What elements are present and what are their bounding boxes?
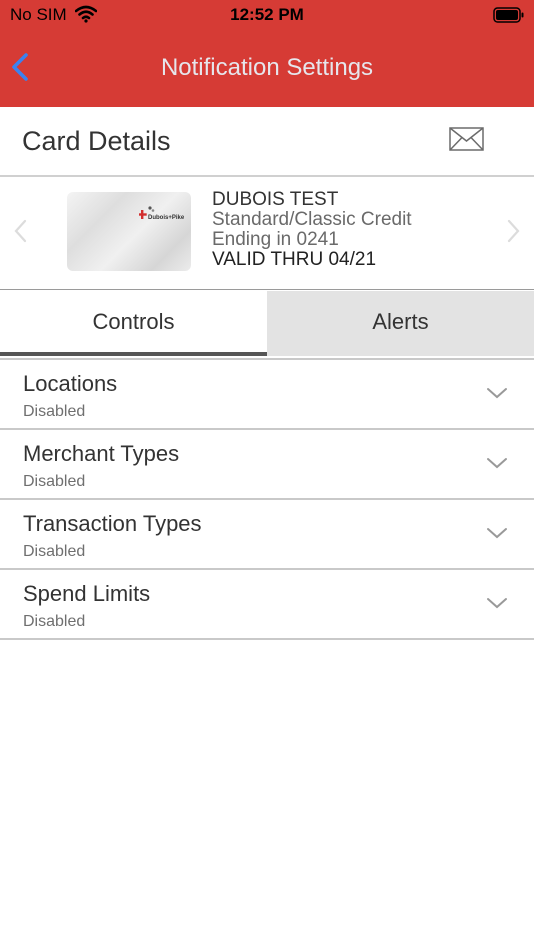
card-logo: Dubois+Pike (139, 206, 185, 221)
item-title: Merchant Types (23, 441, 180, 466)
card-valid-thru: VALID THRU 04/21 (212, 249, 377, 270)
chevron-right-icon[interactable] (502, 215, 524, 247)
item-title: Transaction Types (23, 511, 202, 536)
chevron-down-icon (487, 458, 507, 469)
controls-list: Locations Disabled Merchant Types Disabl… (0, 358, 534, 640)
card-logo-text: Dubois+Pike (148, 215, 185, 221)
navigation-bar: Notification Settings (0, 30, 534, 107)
chevron-down-icon (487, 598, 507, 609)
page-title: Notification Settings (160, 54, 374, 81)
chevron-down-icon (487, 528, 507, 539)
card-name: DUBOIS TEST (212, 189, 339, 210)
tab-bar: Controls Alerts (0, 291, 534, 356)
list-item-locations[interactable]: Locations Disabled (0, 360, 534, 430)
list-item-merchant-types[interactable]: Merchant Types Disabled (0, 430, 534, 500)
chevron-down-icon (487, 388, 507, 399)
status-bar: No SIM 12:52 PM (0, 0, 534, 30)
card-type: Standard/Classic Credit (212, 209, 412, 230)
clock: 12:52 PM (230, 5, 304, 24)
tab-controls[interactable]: Controls (0, 291, 267, 356)
tab-alerts[interactable]: Alerts (267, 291, 534, 356)
item-title: Locations (23, 371, 118, 396)
item-status: Disabled (23, 403, 86, 420)
card-selector: Dubois+Pike DUBOIS TEST Standard/Classic… (0, 177, 534, 290)
list-item-transaction-types[interactable]: Transaction Types Disabled (0, 500, 534, 570)
item-status: Disabled (23, 543, 86, 560)
card-details-header: Card Details (0, 107, 534, 177)
item-status: Disabled (23, 473, 86, 490)
card-info: DUBOIS TEST Standard/Classic Credit Endi… (212, 190, 412, 270)
card-details-title: Card Details (22, 126, 171, 156)
card-ending: Ending in 0241 (212, 229, 339, 250)
envelope-icon[interactable] (449, 127, 484, 151)
item-status: Disabled (23, 613, 86, 630)
card-image: Dubois+Pike (67, 192, 191, 271)
item-title: Spend Limits (23, 581, 151, 606)
chevron-left-icon[interactable] (10, 215, 32, 247)
list-item-spend-limits[interactable]: Spend Limits Disabled (0, 570, 534, 640)
battery-icon (493, 7, 524, 23)
